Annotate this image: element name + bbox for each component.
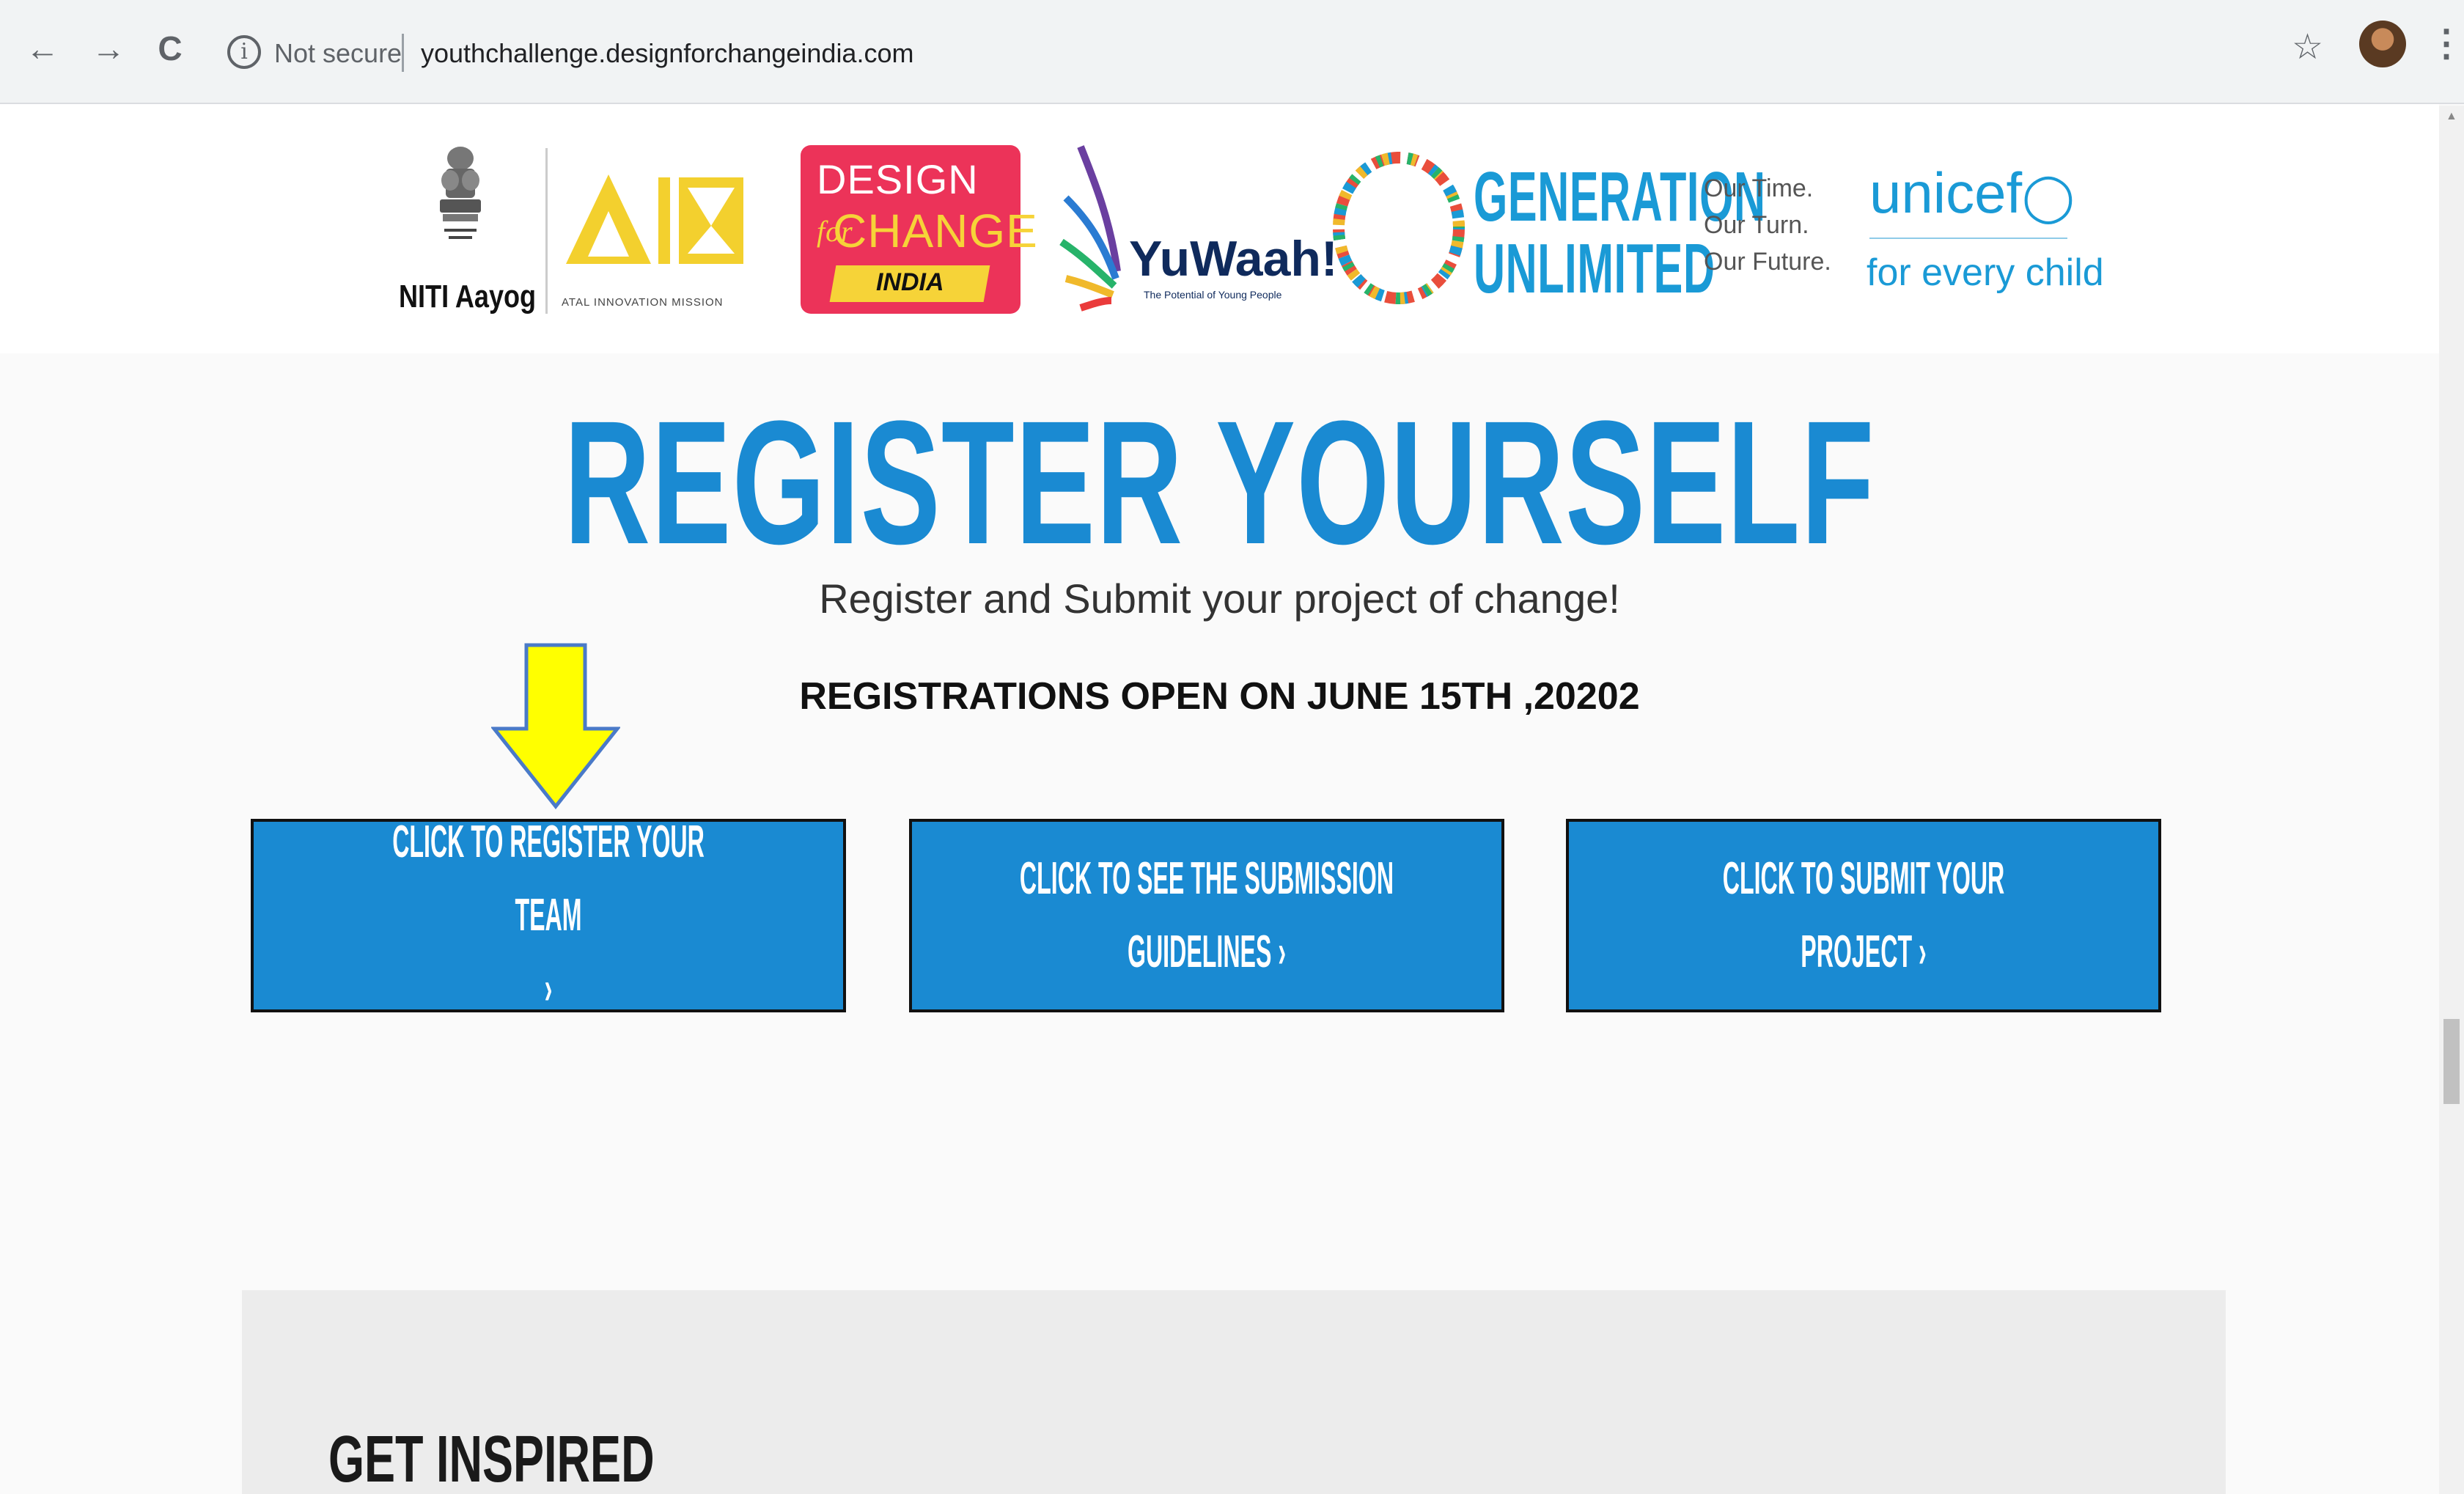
url-text[interactable]: youthchallenge.designforchangeindia.com xyxy=(421,38,913,69)
star-icon[interactable]: ☆ xyxy=(2292,26,2323,67)
divider xyxy=(1869,238,2067,239)
submission-guidelines-label-line2: GUIDELINES › xyxy=(1127,927,1287,977)
get-inspired-section: GET INSPIRED xyxy=(242,1290,2226,1494)
design-for-change-logo: DESIGN for CHANGE INDIA xyxy=(801,145,1037,314)
security-label[interactable]: Not secure xyxy=(274,38,402,69)
profile-avatar[interactable] xyxy=(2359,21,2406,67)
kebab-menu-icon[interactable]: ⋮ xyxy=(2428,22,2464,65)
niti-aayog-label: NITI Aayog xyxy=(399,279,537,314)
dfc-india-band: INDIA xyxy=(829,265,990,302)
dfc-design-text: DESIGN xyxy=(817,156,979,202)
unicef-wordmark: unicef◯ xyxy=(1869,161,2075,225)
partner-logo-bar: NITI Aayog ATAL INNOVATION MISSION DESIG… xyxy=(0,104,2439,353)
submit-project-button[interactable]: CLICK TO SUBMIT YOUR PROJECT › xyxy=(1566,819,2161,1012)
national-emblem-logo xyxy=(440,147,481,239)
submission-guidelines-button[interactable]: CLICK TO SEE THE SUBMISSION GUIDELINES › xyxy=(909,819,1504,1012)
scrollbar-thumb[interactable] xyxy=(2443,1019,2460,1104)
scroll-up-icon[interactable]: ▲ xyxy=(2446,110,2457,123)
info-icon[interactable]: i xyxy=(227,35,261,69)
register-team-button[interactable]: CLICK TO REGISTER YOUR TEAM › xyxy=(251,817,846,1014)
submission-guidelines-label: CLICK TO SEE THE SUBMISSION xyxy=(1019,853,1394,904)
unicef-globe-icon: ◯ xyxy=(2022,170,2075,223)
reload-icon: C xyxy=(158,29,183,67)
aim-caption: ATAL INNOVATION MISSION xyxy=(562,296,724,309)
dfc-india-text: INDIA xyxy=(875,268,944,296)
section-title: GET INSPIRED xyxy=(328,1423,655,1494)
annotation-arrow-down-icon xyxy=(491,643,620,809)
address-bar[interactable]: i Not secure youthchallenge.designforcha… xyxy=(210,25,2328,81)
browser-toolbar: ← → C i Not secure youthchallenge.design… xyxy=(0,0,2464,104)
page-subtitle: Register and Submit your project of chan… xyxy=(819,575,1620,622)
chevron-right-icon: › xyxy=(544,963,553,1014)
arrow-right-icon: → xyxy=(92,29,125,67)
yuwaah-name: YuWaah! xyxy=(1129,231,1338,287)
vertical-scrollbar[interactable]: ▲ xyxy=(2439,106,2464,1494)
reload-button[interactable]: C xyxy=(150,28,191,69)
forward-button[interactable]: → xyxy=(88,28,129,69)
register-team-label: CLICK TO REGISTER YOUR TEAM xyxy=(392,817,705,941)
generation-unlimited-circle-logo xyxy=(1333,152,1465,304)
generation-tagline: Our Time. Our Turn. Our Future. xyxy=(1704,174,1831,276)
arrow-left-icon: ← xyxy=(26,29,59,67)
dfc-change-text: CHANGE xyxy=(833,205,1038,257)
divider xyxy=(402,34,404,72)
yuwaah-tagline: The Potential of Young People xyxy=(1144,289,1282,301)
aim-logo xyxy=(566,174,743,264)
submit-project-label: CLICK TO SUBMIT YOUR xyxy=(1722,853,2005,904)
page-title: REGISTER YOURSELF xyxy=(564,384,1875,581)
back-button[interactable]: ← xyxy=(22,28,63,69)
submit-project-label-line2: PROJECT › xyxy=(1801,927,1927,977)
unicef-tagline: for every child xyxy=(1867,251,2104,294)
divider xyxy=(545,148,548,314)
registration-notice: REGISTRATIONS OPEN ON JUNE 15TH ,20202 xyxy=(799,675,1640,718)
